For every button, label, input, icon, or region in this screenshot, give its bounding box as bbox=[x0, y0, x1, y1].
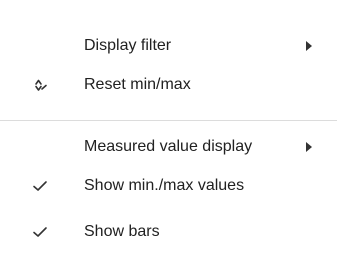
menu-item-show-min-max-values[interactable]: Show min./max values bbox=[0, 167, 337, 205]
menu-item-label: Measured value display bbox=[84, 138, 253, 155]
menu-item-label: Reset min/max bbox=[84, 76, 191, 93]
checkmark-icon bbox=[32, 224, 48, 240]
menu-item-reset-min-max[interactable]: Reset min/max bbox=[0, 66, 337, 104]
menu-item-label: Show bars bbox=[84, 223, 160, 240]
menu-item-label: Show min./max values bbox=[84, 177, 245, 194]
context-menu: Display filter Reset min/max Measured va… bbox=[0, 0, 337, 265]
menu-item-show-bars[interactable]: Show bars bbox=[0, 213, 337, 251]
menu-item-display-filter[interactable]: Display filter bbox=[0, 27, 337, 65]
menu-item-label: Display filter bbox=[84, 37, 172, 54]
checkmark-icon bbox=[32, 178, 48, 194]
reset-minmax-icon bbox=[32, 77, 48, 93]
submenu-arrow-icon bbox=[306, 41, 312, 51]
menu-separator bbox=[0, 120, 337, 121]
submenu-arrow-icon bbox=[306, 142, 312, 152]
menu-item-measured-value-display[interactable]: Measured value display bbox=[0, 128, 337, 166]
